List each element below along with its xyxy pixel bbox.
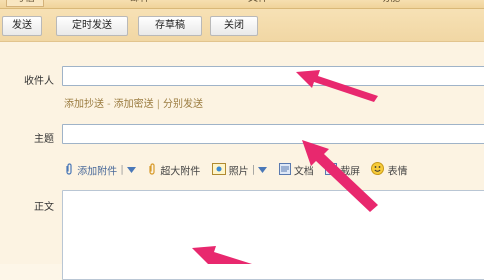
tab-features[interactable]: 功能 [380,0,400,6]
compose-form: 收件人 添加抄送 - 添加密送 | 分别发送 主题 添加附件 | 超大附件 照片 | 文… [0,42,484,280]
screenshot-icon [325,162,337,178]
divider: | [120,164,124,176]
photo-link[interactable]: 照片 [229,167,249,178]
tab-files[interactable]: 文件 [248,0,268,6]
emoji-icon [371,162,385,178]
body-editor[interactable] [62,190,484,280]
tab-compose[interactable]: 写信 [6,0,44,7]
add-bcc-link[interactable]: 添加密送 [114,99,154,110]
recipient-label: 收件人 [24,76,54,87]
link-dash: - [107,99,111,110]
divider: | [251,164,256,176]
tab-bar: 写信 邮件 文件 功能 [0,0,484,9]
subject-input[interactable] [62,124,484,144]
save-draft-button[interactable]: 存草稿 [138,16,202,36]
send-button[interactable]: 发送 [2,16,42,36]
emoji-link[interactable]: 表情 [388,167,408,178]
large-attachment-icon [147,162,157,178]
recipient-links: 添加抄送 - 添加密送 | 分别发送 [64,95,203,110]
document-icon [278,162,291,178]
document-link[interactable]: 文档 [294,167,314,178]
photo-icon [211,162,226,178]
tab-mail[interactable]: 邮件 [130,0,150,6]
attachment-toolbar: 添加附件 | 超大附件 照片 | 文档 截屏 表情 [64,162,408,178]
close-button[interactable]: 关闭 [210,16,258,36]
body-label: 正文 [34,202,54,213]
add-cc-link[interactable]: 添加抄送 [64,99,104,110]
large-attachment-link[interactable]: 超大附件 [160,167,200,178]
paperclip-icon [64,162,74,178]
dropdown-arrow-icon[interactable] [258,165,268,176]
send-separately-link[interactable]: 分别发送 [163,99,203,110]
compose-toolbar: 发送 定时发送 存草稿 关闭 [0,9,484,42]
link-pipe: | [156,99,160,110]
scheduled-send-button[interactable]: 定时发送 [56,16,128,36]
add-attachment-link[interactable]: 添加附件 [77,167,117,178]
recipient-input[interactable] [62,66,484,86]
screenshot-link[interactable]: 截屏 [340,167,360,178]
subject-label: 主题 [34,134,54,145]
dropdown-arrow-icon[interactable] [126,165,136,176]
